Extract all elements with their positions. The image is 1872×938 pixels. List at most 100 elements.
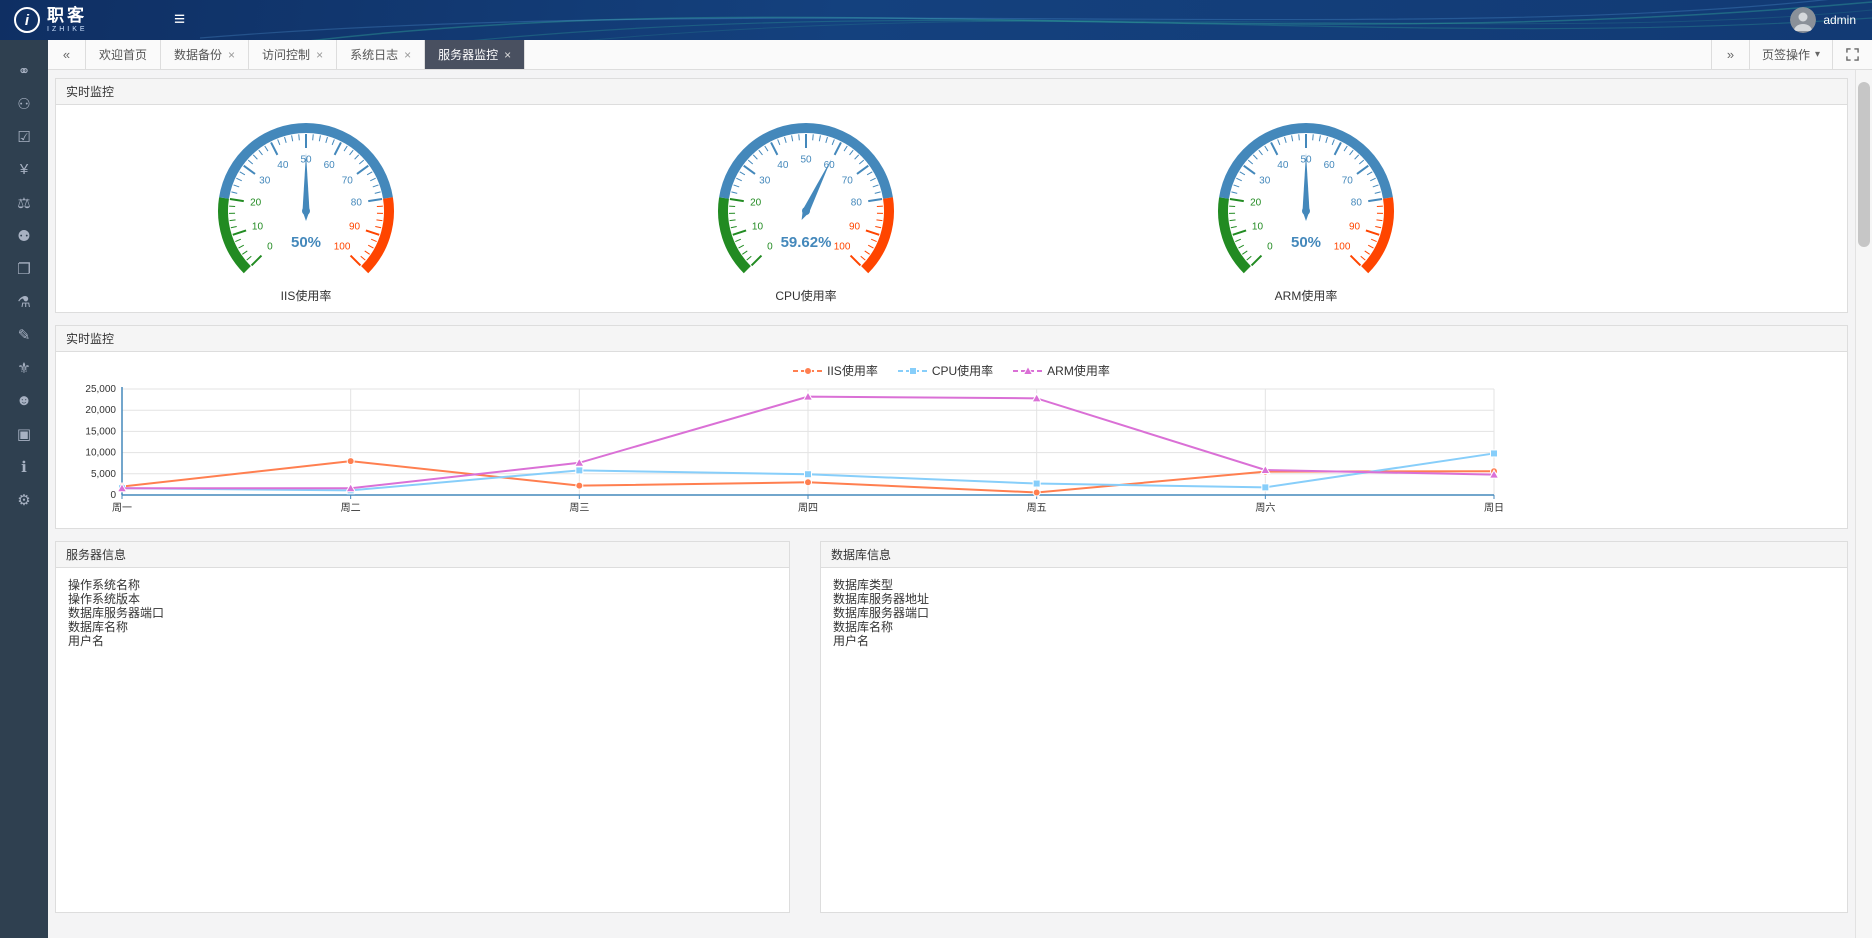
svg-text:0: 0	[110, 490, 116, 501]
svg-text:90: 90	[1349, 221, 1361, 232]
tab-close-icon[interactable]: ×	[316, 49, 323, 61]
apparel-icon: ⚜	[17, 359, 30, 377]
sidebar-item[interactable]: ☻	[0, 384, 48, 417]
svg-text:周四: 周四	[798, 502, 818, 514]
svg-text:100: 100	[334, 242, 351, 253]
info-row: 操作系统名称	[68, 578, 777, 592]
tabs-scroll-right-button[interactable]: »	[1711, 40, 1749, 69]
tab-label: 服务器监控	[438, 46, 498, 63]
tab-系统日志[interactable]: 系统日志×	[337, 40, 425, 69]
tab-close-icon[interactable]: ×	[228, 49, 235, 61]
svg-text:20: 20	[750, 198, 762, 209]
sidebar-menu: ⚭ ⚇ ☑ ¥ ⚖ ⚉❐ ⚗ ✎ ⚜ ☻ ▣ ℹ ⚙	[0, 40, 48, 938]
main-layout: ⚭⚇☑¥⚖⚉❐⚗✎⚜☻▣ℹ⚙ « 欢迎首页数据备份×访问控制×系统日志×服务器监…	[0, 40, 1872, 938]
gauge-svg: 010203040506070809010050%	[1191, 109, 1421, 287]
line-chart-panel-title: 实时监控	[56, 326, 1847, 352]
svg-text:20: 20	[1250, 198, 1262, 209]
svg-text:70: 70	[342, 176, 354, 187]
svg-text:59.62%: 59.62%	[781, 234, 832, 251]
svg-text:15,000: 15,000	[85, 426, 116, 437]
sidebar-item[interactable]: ❐	[0, 252, 48, 285]
svg-text:0: 0	[767, 242, 773, 253]
line-chart-body: IIS使用率CPU使用率ARM使用率 05,00010,00015,00020,…	[56, 362, 1847, 528]
tab-label: 访问控制	[262, 46, 310, 63]
user-avatar[interactable]	[1790, 7, 1816, 33]
tab-数据备份[interactable]: 数据备份×	[161, 40, 249, 69]
logo-text: 职客	[47, 7, 88, 26]
content-area: 实时监控 010203040506070809010050%IIS使用率0102…	[48, 70, 1872, 938]
sidebar-item[interactable]: ⚭	[0, 54, 48, 87]
sidebar-toggle-button[interactable]: ≡	[174, 9, 185, 31]
svg-text:周一: 周一	[112, 502, 132, 514]
bank-icon: ⚖	[17, 194, 30, 212]
svg-text:100: 100	[1334, 242, 1351, 253]
sidebar-item[interactable]: ☑	[0, 120, 48, 153]
svg-text:60: 60	[824, 160, 836, 171]
legend-item-CPU使用率[interactable]: CPU使用率	[898, 362, 993, 379]
tab-close-icon[interactable]: ×	[404, 49, 411, 61]
svg-text:周六: 周六	[1255, 502, 1275, 514]
svg-text:60: 60	[1324, 160, 1336, 171]
info-row: 数据库服务器端口	[833, 606, 1835, 620]
tasks-icon: ☑	[17, 128, 30, 146]
vertical-scrollbar[interactable]	[1855, 70, 1872, 938]
sidebar-item[interactable]: ⚇	[0, 87, 48, 120]
education-icon: ✎	[18, 326, 31, 344]
svg-text:0: 0	[267, 242, 273, 253]
info-panel-row: 服务器信息 操作系统名称操作系统版本数据库服务器端口数据库名称用户名 数据库信息…	[55, 541, 1848, 913]
server-info-panel: 服务器信息 操作系统名称操作系统版本数据库服务器端口数据库名称用户名	[55, 541, 790, 913]
legend-marker	[1013, 365, 1043, 377]
legend-item-IIS使用率[interactable]: IIS使用率	[793, 362, 878, 379]
tab-operations-dropdown[interactable]: 页签操作 ▾	[1749, 40, 1832, 69]
fullscreen-button[interactable]	[1832, 40, 1872, 69]
sidebar-item[interactable]: ⚙	[0, 483, 48, 516]
avatar-image	[1790, 7, 1816, 33]
svg-text:5,000: 5,000	[91, 469, 116, 480]
sidebar-item[interactable]: ℹ	[0, 450, 48, 483]
svg-text:10: 10	[252, 221, 264, 232]
svg-text:10,000: 10,000	[85, 448, 116, 459]
info-row: 数据库服务器地址	[833, 592, 1835, 606]
lab-icon: ⚗	[17, 293, 30, 311]
svg-text:周日: 周日	[1484, 502, 1504, 514]
tab-bar-controls: » 页签操作 ▾	[1711, 40, 1872, 69]
info-row: 数据库服务器端口	[68, 606, 777, 620]
username-label: admin	[1823, 13, 1856, 27]
tab-访问控制[interactable]: 访问控制 ×	[249, 40, 337, 69]
tab-list: 欢迎首页数据备份×访问控制×系统日志×服务器监控×	[86, 40, 525, 69]
tab-close-icon[interactable]: ×	[504, 49, 511, 61]
legend-label: IIS使用率	[827, 362, 878, 379]
svg-text:周二: 周二	[341, 502, 361, 514]
main-column: « 欢迎首页数据备份×访问控制×系统日志×服务器监控× » 页签操作 ▾ 实时监…	[48, 40, 1872, 938]
app-logo[interactable]: i 职客 IZHIKE	[0, 7, 160, 33]
tabs-scroll-left-button[interactable]: «	[48, 40, 86, 69]
sidebar-item[interactable]: ▣	[0, 417, 48, 450]
tab-欢迎首页[interactable]: 欢迎首页	[86, 40, 161, 69]
svg-text:90: 90	[349, 221, 361, 232]
sidebar-item[interactable]: ⚖	[0, 186, 48, 219]
svg-text:80: 80	[851, 198, 863, 209]
settings-icon: ⚙	[17, 491, 30, 509]
gauge-panel-title: 实时监控	[56, 79, 1847, 105]
sidebar-item[interactable]: ✎	[0, 318, 48, 351]
line-chart-panel: 实时监控 IIS使用率 CPU使用率 ARM使用率 0 5,000 10,000 15,0…	[55, 325, 1848, 529]
user-icon: ☻	[16, 392, 32, 409]
server-info-list: 操作系统名称操作系统版本数据库服务器端口数据库名称用户名	[56, 568, 789, 658]
sidebar-item[interactable]: ⚉	[0, 219, 48, 252]
sidebar-item[interactable]: ⚜	[0, 351, 48, 384]
legend-item-ARM使用率[interactable]: ARM使用率	[1013, 362, 1110, 379]
sidebar-item[interactable]: ⚗	[0, 285, 48, 318]
sidebar-item[interactable]: ¥	[0, 153, 48, 186]
svg-text:30: 30	[759, 176, 771, 187]
svg-text:40: 40	[777, 160, 789, 171]
user-menu[interactable]: admin	[1790, 7, 1872, 33]
tab-服务器监控[interactable]: 服务器监控 ×	[425, 40, 525, 69]
users-icon: ⚇	[17, 95, 30, 113]
svg-text:70: 70	[842, 176, 854, 187]
logo-mark: i	[25, 12, 29, 29]
gauge-title: CPU使用率	[775, 287, 836, 304]
scrollbar-thumb[interactable]	[1858, 82, 1870, 247]
gauge: 010203040506070809010050%IIS使用率	[56, 109, 556, 310]
gauge-svg: 010203040506070809010059.62%	[691, 109, 921, 287]
info-icon: ℹ	[21, 458, 27, 476]
